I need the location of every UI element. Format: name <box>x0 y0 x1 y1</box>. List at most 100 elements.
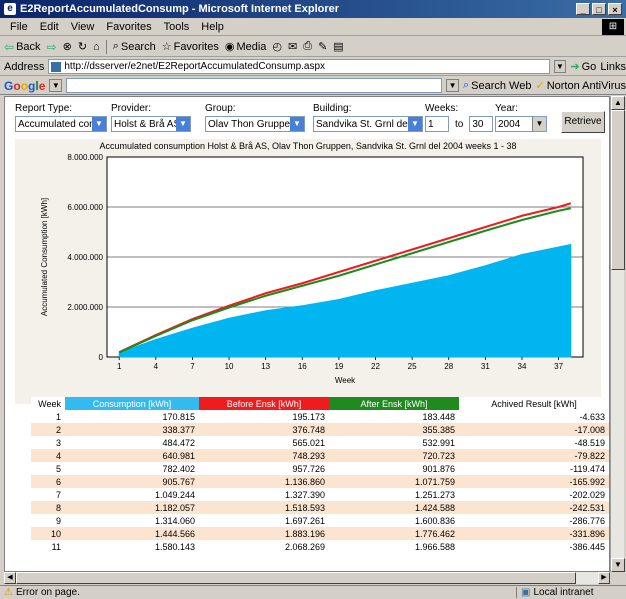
building-label: Building: <box>313 103 352 114</box>
scroll-right-button[interactable]: ▶ <box>598 572 610 584</box>
data-table-wrap: Week Consumption [kWh] Before Ensk [kWh]… <box>31 397 609 553</box>
vertical-scroll-thumb[interactable] <box>611 110 625 270</box>
cell-before-ensk: 1.136.860 <box>199 475 329 488</box>
horizontal-scroll-thumb[interactable] <box>16 572 576 584</box>
provider-select[interactable]: Holst & Brå AS ▼ <box>111 116 191 132</box>
history-button[interactable]: ◴ <box>272 40 282 53</box>
cell-achived-result: -119.474 <box>459 462 609 475</box>
chevron-down-icon: ▼ <box>176 117 190 131</box>
scroll-left-button[interactable]: ◀ <box>4 572 16 584</box>
vertical-scrollbar[interactable]: ▲ ▼ <box>610 96 625 572</box>
google-search-input[interactable] <box>66 78 443 93</box>
retrieve-button[interactable]: Retrieve <box>561 111 605 133</box>
google-search-dropdown[interactable]: ▼ <box>446 79 459 92</box>
scroll-up-button[interactable]: ▲ <box>611 96 625 110</box>
cell-week: 6 <box>31 475 65 488</box>
links-button[interactable]: Links <box>600 61 626 73</box>
cell-consumption: 1.314.060 <box>65 514 199 527</box>
header-after-ensk: After Ensk [kWh] <box>329 397 459 410</box>
address-input[interactable]: http://dsserver/e2net/E2ReportAccumulate… <box>48 59 550 74</box>
cell-consumption: 338.377 <box>65 423 199 436</box>
warning-icon: ⚠ <box>4 587 13 598</box>
google-menu-dropdown[interactable]: ▼ <box>49 79 63 92</box>
cell-after-ensk: 720.723 <box>329 449 459 462</box>
scroll-down-button[interactable]: ▼ <box>611 558 625 572</box>
menu-favorites[interactable]: Favorites <box>100 21 157 33</box>
weeks-to-input[interactable]: 30 <box>469 116 494 132</box>
year-select[interactable]: 2004 ▼ <box>495 116 547 132</box>
search-web-icon: ⌕ <box>462 79 470 91</box>
cell-week: 8 <box>31 501 65 514</box>
group-select[interactable]: Olav Thon Gruppen ▼ <box>205 116 305 132</box>
go-arrow-icon: ➔ <box>570 61 580 73</box>
discuss-button[interactable]: ▤ <box>333 40 343 53</box>
menu-edit[interactable]: Edit <box>34 21 65 33</box>
report-type-select[interactable]: Accumulated consu ▼ <box>15 116 107 132</box>
favorites-button[interactable]: ☆ Favorites <box>162 40 219 54</box>
status-message: ⚠ Error on page. <box>4 587 80 598</box>
search-web-button[interactable]: ⌕ Search Web <box>463 79 532 92</box>
menu-help[interactable]: Help <box>195 21 230 33</box>
cell-before-ensk: 376.748 <box>199 423 329 436</box>
chart-title: Accumulated consumption Holst & Brå AS, … <box>99 141 517 151</box>
cell-achived-result: -4.633 <box>459 410 609 423</box>
cell-after-ensk: 1.424.588 <box>329 501 459 514</box>
table-row: 3 484.472 565.021 532.991 -48.519 <box>31 436 609 449</box>
search-button[interactable]: ⌕ Search <box>113 40 156 53</box>
menu-tools[interactable]: Tools <box>158 21 196 33</box>
cell-week: 1 <box>31 410 65 423</box>
cell-achived-result: -386.445 <box>459 540 609 553</box>
cell-after-ensk: 1.251.273 <box>329 488 459 501</box>
x-tick-label: 34 <box>518 362 527 371</box>
print-button[interactable]: ⎙ <box>303 40 312 53</box>
x-tick-label: 19 <box>334 362 343 371</box>
media-button[interactable]: ◉ Media <box>225 40 267 54</box>
forward-button[interactable]: ⇨ <box>47 40 57 54</box>
stop-button[interactable]: ⊗ <box>63 40 72 53</box>
security-zone: ▣ Local intranet <box>516 587 626 598</box>
minimize-button[interactable]: _ <box>576 3 590 15</box>
header-before-ensk: Before Ensk [kWh] <box>199 397 329 410</box>
cell-before-ensk: 957.726 <box>199 462 329 475</box>
cell-achived-result: -48.519 <box>459 436 609 449</box>
norton-antivirus-button[interactable]: ✓ Norton AntiVirus <box>535 79 626 93</box>
go-button[interactable]: ➔ Go <box>570 60 596 74</box>
y-tick-label: 6.000.000 <box>67 203 103 212</box>
weekly-data-table: Week Consumption [kWh] Before Ensk [kWh]… <box>31 397 609 553</box>
weeks-from-input[interactable]: 1 <box>425 116 449 132</box>
chevron-down-icon: ▼ <box>532 117 546 131</box>
y-tick-label: 0 <box>99 353 104 362</box>
maximize-button[interactable]: □ <box>592 3 606 15</box>
building-select[interactable]: Sandvika St. Grnl del ▼ <box>313 116 423 132</box>
table-row: 1 170.815 195.173 183.448 -4.633 <box>31 410 609 423</box>
x-tick-label: 22 <box>371 362 380 371</box>
edit-button[interactable]: ✎ <box>318 40 327 53</box>
x-tick-label: 25 <box>408 362 417 371</box>
title-bar: e E2ReportAccumulatedConsump - Microsoft… <box>0 0 626 18</box>
year-label: Year: <box>495 103 518 114</box>
table-body: 1 170.815 195.173 183.448 -4.633 2 338.377 376.… <box>31 410 609 553</box>
horizontal-scrollbar[interactable]: ◀ ▶ <box>4 572 610 584</box>
x-tick-label: 37 <box>554 362 563 371</box>
x-tick-label: 16 <box>298 362 307 371</box>
menu-file[interactable]: File <box>4 21 34 33</box>
accumulated-consumption-chart: 0 2.000.000 4.000.000 6.000.000 8.000.000 1 4 7… <box>40 153 584 385</box>
report-type-group: Report Type: Accumulated consu ▼ <box>15 103 107 132</box>
mail-button[interactable]: ✉ <box>288 40 297 53</box>
address-dropdown[interactable]: ▼ <box>553 60 567 73</box>
home-button[interactable]: ⌂ <box>93 41 100 53</box>
back-button[interactable]: ⇦ Back <box>4 40 41 54</box>
y-tick-label: 2.000.000 <box>67 303 103 312</box>
cell-consumption: 1.444.566 <box>65 527 199 540</box>
header-consumption: Consumption [kWh] <box>65 397 199 410</box>
year-group: Year: 2004 ▼ <box>495 103 547 132</box>
cell-achived-result: -165.992 <box>459 475 609 488</box>
table-row: 9 1.314.060 1.697.261 1.600.836 -286.776 <box>31 514 609 527</box>
refresh-button[interactable]: ↻ <box>78 40 87 53</box>
menu-view[interactable]: View <box>65 21 101 33</box>
chevron-down-icon: ▼ <box>290 117 304 131</box>
close-button[interactable]: × <box>608 3 622 15</box>
cell-after-ensk: 1.776.462 <box>329 527 459 540</box>
group-label: Group: <box>205 103 236 114</box>
x-tick-label: 28 <box>444 362 453 371</box>
